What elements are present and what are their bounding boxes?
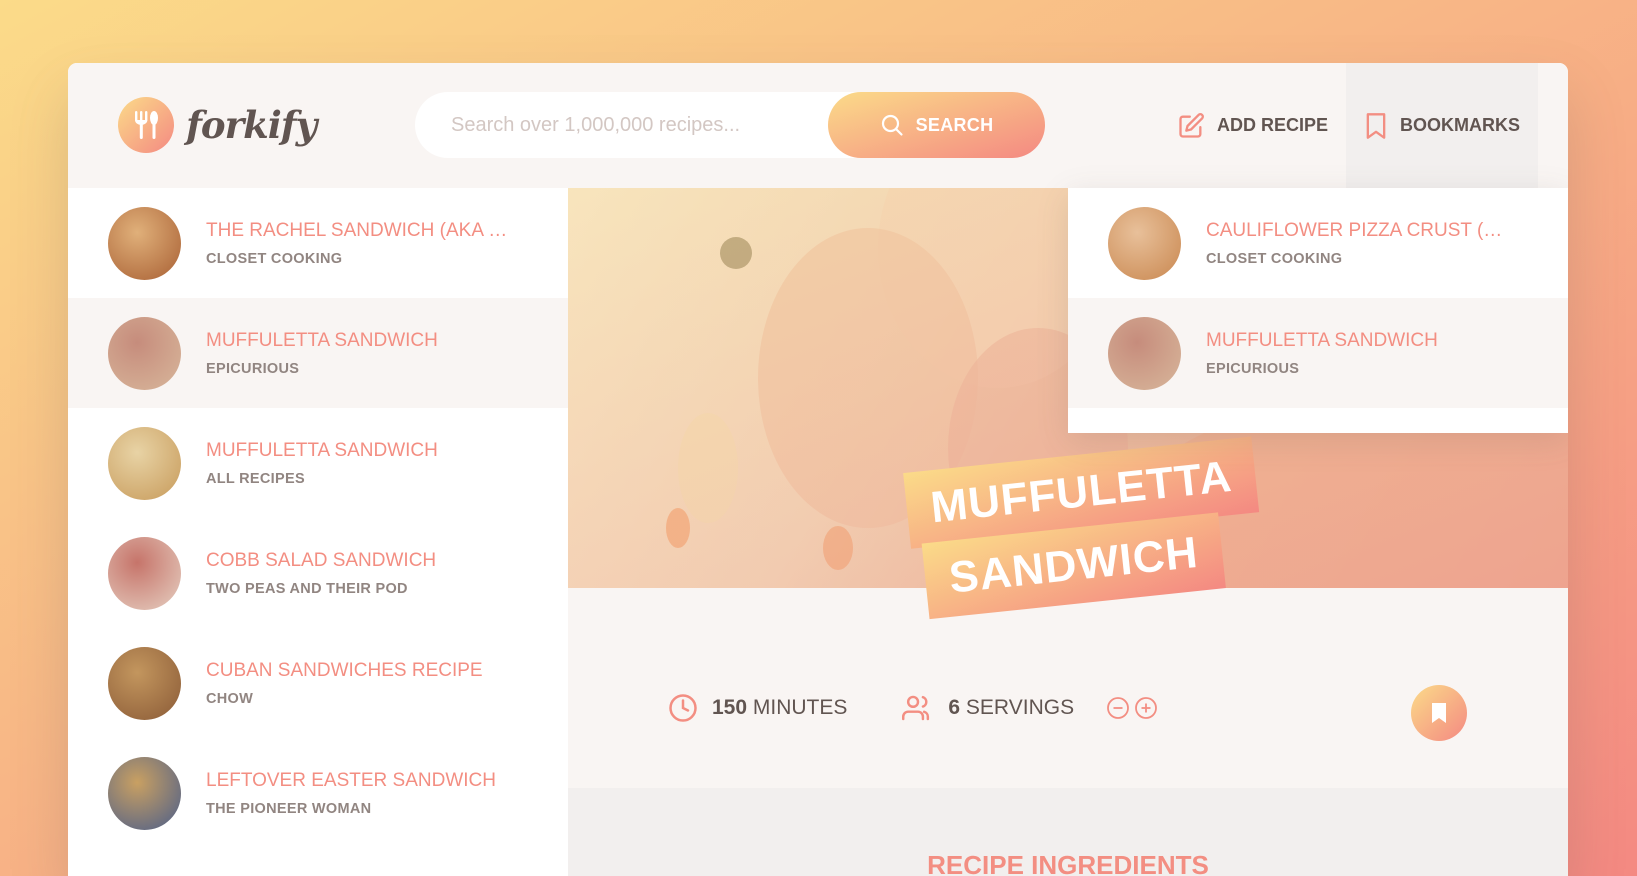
result-title: MUFFULETTA SANDWICH	[206, 329, 438, 351]
bookmarks-panel: CAULIFLOWER PIZZA CRUST (WIT... CLOSET C…	[1068, 188, 1568, 433]
search-input[interactable]	[451, 113, 811, 137]
result-item[interactable]: COBB SALAD SANDWICH TWO PEAS AND THEIR P…	[68, 518, 568, 628]
recipe-duration: 150 MINUTES	[668, 693, 847, 723]
result-publisher: TWO PEAS AND THEIR POD	[206, 580, 408, 597]
bookmark-filled-icon	[1432, 703, 1446, 723]
result-publisher: CHOW	[206, 690, 254, 707]
search-icon	[881, 114, 903, 136]
search-button-label: SEARCH	[915, 114, 994, 135]
search-results: THE RACHEL SANDWICH (AKA RO... CLOSET CO…	[68, 188, 568, 876]
bookmarks-label: BOOKMARKS	[1400, 115, 1520, 135]
servings-value: 6	[948, 696, 961, 719]
app-container: forkify SEARCH ADD RECIPE	[68, 63, 1568, 876]
nav: ADD RECIPE BOOKMARKS	[1159, 63, 1538, 188]
result-item[interactable]: CUBAN SANDWICHES RECIPE CHOW	[68, 628, 568, 738]
result-item[interactable]: LEFTOVER EASTER SANDWICH THE PIONEER WOM…	[68, 738, 568, 848]
clock-icon	[669, 694, 697, 722]
result-thumbnail	[108, 536, 181, 610]
result-thumbnail	[108, 316, 181, 390]
recipe-details: 150 MINUTES 6 SERVINGS	[668, 693, 1213, 723]
recipe-bookmark-button[interactable]	[1411, 685, 1467, 741]
result-title: MUFFULETTA SANDWICH	[206, 439, 438, 461]
result-item[interactable]: MUFFULETTA SANDWICH EPICURIOUS	[68, 298, 568, 408]
result-publisher: CLOSET COOKING	[206, 250, 343, 267]
result-title: LEFTOVER EASTER SANDWICH	[206, 769, 496, 791]
servings-label: SERVINGS	[965, 696, 1075, 719]
minutes-value: 150	[712, 696, 748, 719]
search-button[interactable]: SEARCH	[828, 92, 1045, 158]
bookmarks-button[interactable]: BOOKMARKS	[1346, 63, 1538, 188]
edit-icon	[1179, 112, 1204, 138]
bookmark-item[interactable]: CAULIFLOWER PIZZA CRUST (WIT... CLOSET C…	[1068, 188, 1568, 298]
result-title: THE RACHEL SANDWICH (AKA RO...	[206, 219, 516, 241]
result-title: COBB SALAD SANDWICH	[206, 549, 437, 571]
add-recipe-button[interactable]: ADD RECIPE	[1159, 63, 1346, 188]
ingredients-section: RECIPE INGREDIENTS	[568, 788, 1568, 876]
result-thumbnail	[108, 426, 181, 500]
bookmark-thumbnail	[1108, 316, 1181, 390]
result-thumbnail	[108, 756, 181, 830]
result-thumbnail	[108, 646, 181, 720]
result-publisher: THE PIONEER WOMAN	[206, 800, 372, 817]
bookmark-publisher: CLOSET COOKING	[1206, 250, 1343, 267]
minutes-label: MINUTES	[752, 696, 848, 719]
result-publisher: ALL RECIPES	[206, 470, 305, 487]
result-item[interactable]: THE RACHEL SANDWICH (AKA RO... CLOSET CO…	[68, 188, 568, 298]
add-recipe-label: ADD RECIPE	[1216, 115, 1328, 135]
fork-icon	[118, 97, 174, 153]
bookmark-publisher: EPICURIOUS	[1206, 360, 1300, 377]
bookmark-thumbnail	[1108, 206, 1181, 280]
minus-circle-icon[interactable]	[1106, 696, 1130, 720]
header: forkify SEARCH ADD RECIPE	[68, 63, 1568, 188]
bookmark-item[interactable]: MUFFULETTA SANDWICH EPICURIOUS	[1068, 298, 1568, 408]
bookmark-title: CAULIFLOWER PIZZA CRUST (WIT...	[1206, 219, 1516, 241]
plus-circle-icon[interactable]	[1134, 696, 1158, 720]
result-thumbnail	[108, 206, 181, 280]
bookmark-icon	[1366, 112, 1386, 139]
search-form: SEARCH	[415, 92, 1045, 158]
users-icon	[902, 695, 930, 721]
logo-text: forkify	[186, 103, 317, 147]
recipe-title: MUFFULETTA SANDWICH	[903, 436, 1260, 621]
logo[interactable]: forkify	[118, 97, 317, 153]
result-item[interactable]: MUFFULETTA SANDWICH ALL RECIPES	[68, 408, 568, 518]
bookmark-title: MUFFULETTA SANDWICH	[1206, 329, 1438, 351]
result-publisher: EPICURIOUS	[206, 360, 300, 377]
ingredients-heading: RECIPE INGREDIENTS	[927, 850, 1209, 876]
recipe-servings: 6 SERVINGS	[902, 693, 1158, 723]
result-title: CUBAN SANDWICHES RECIPE	[206, 659, 483, 681]
